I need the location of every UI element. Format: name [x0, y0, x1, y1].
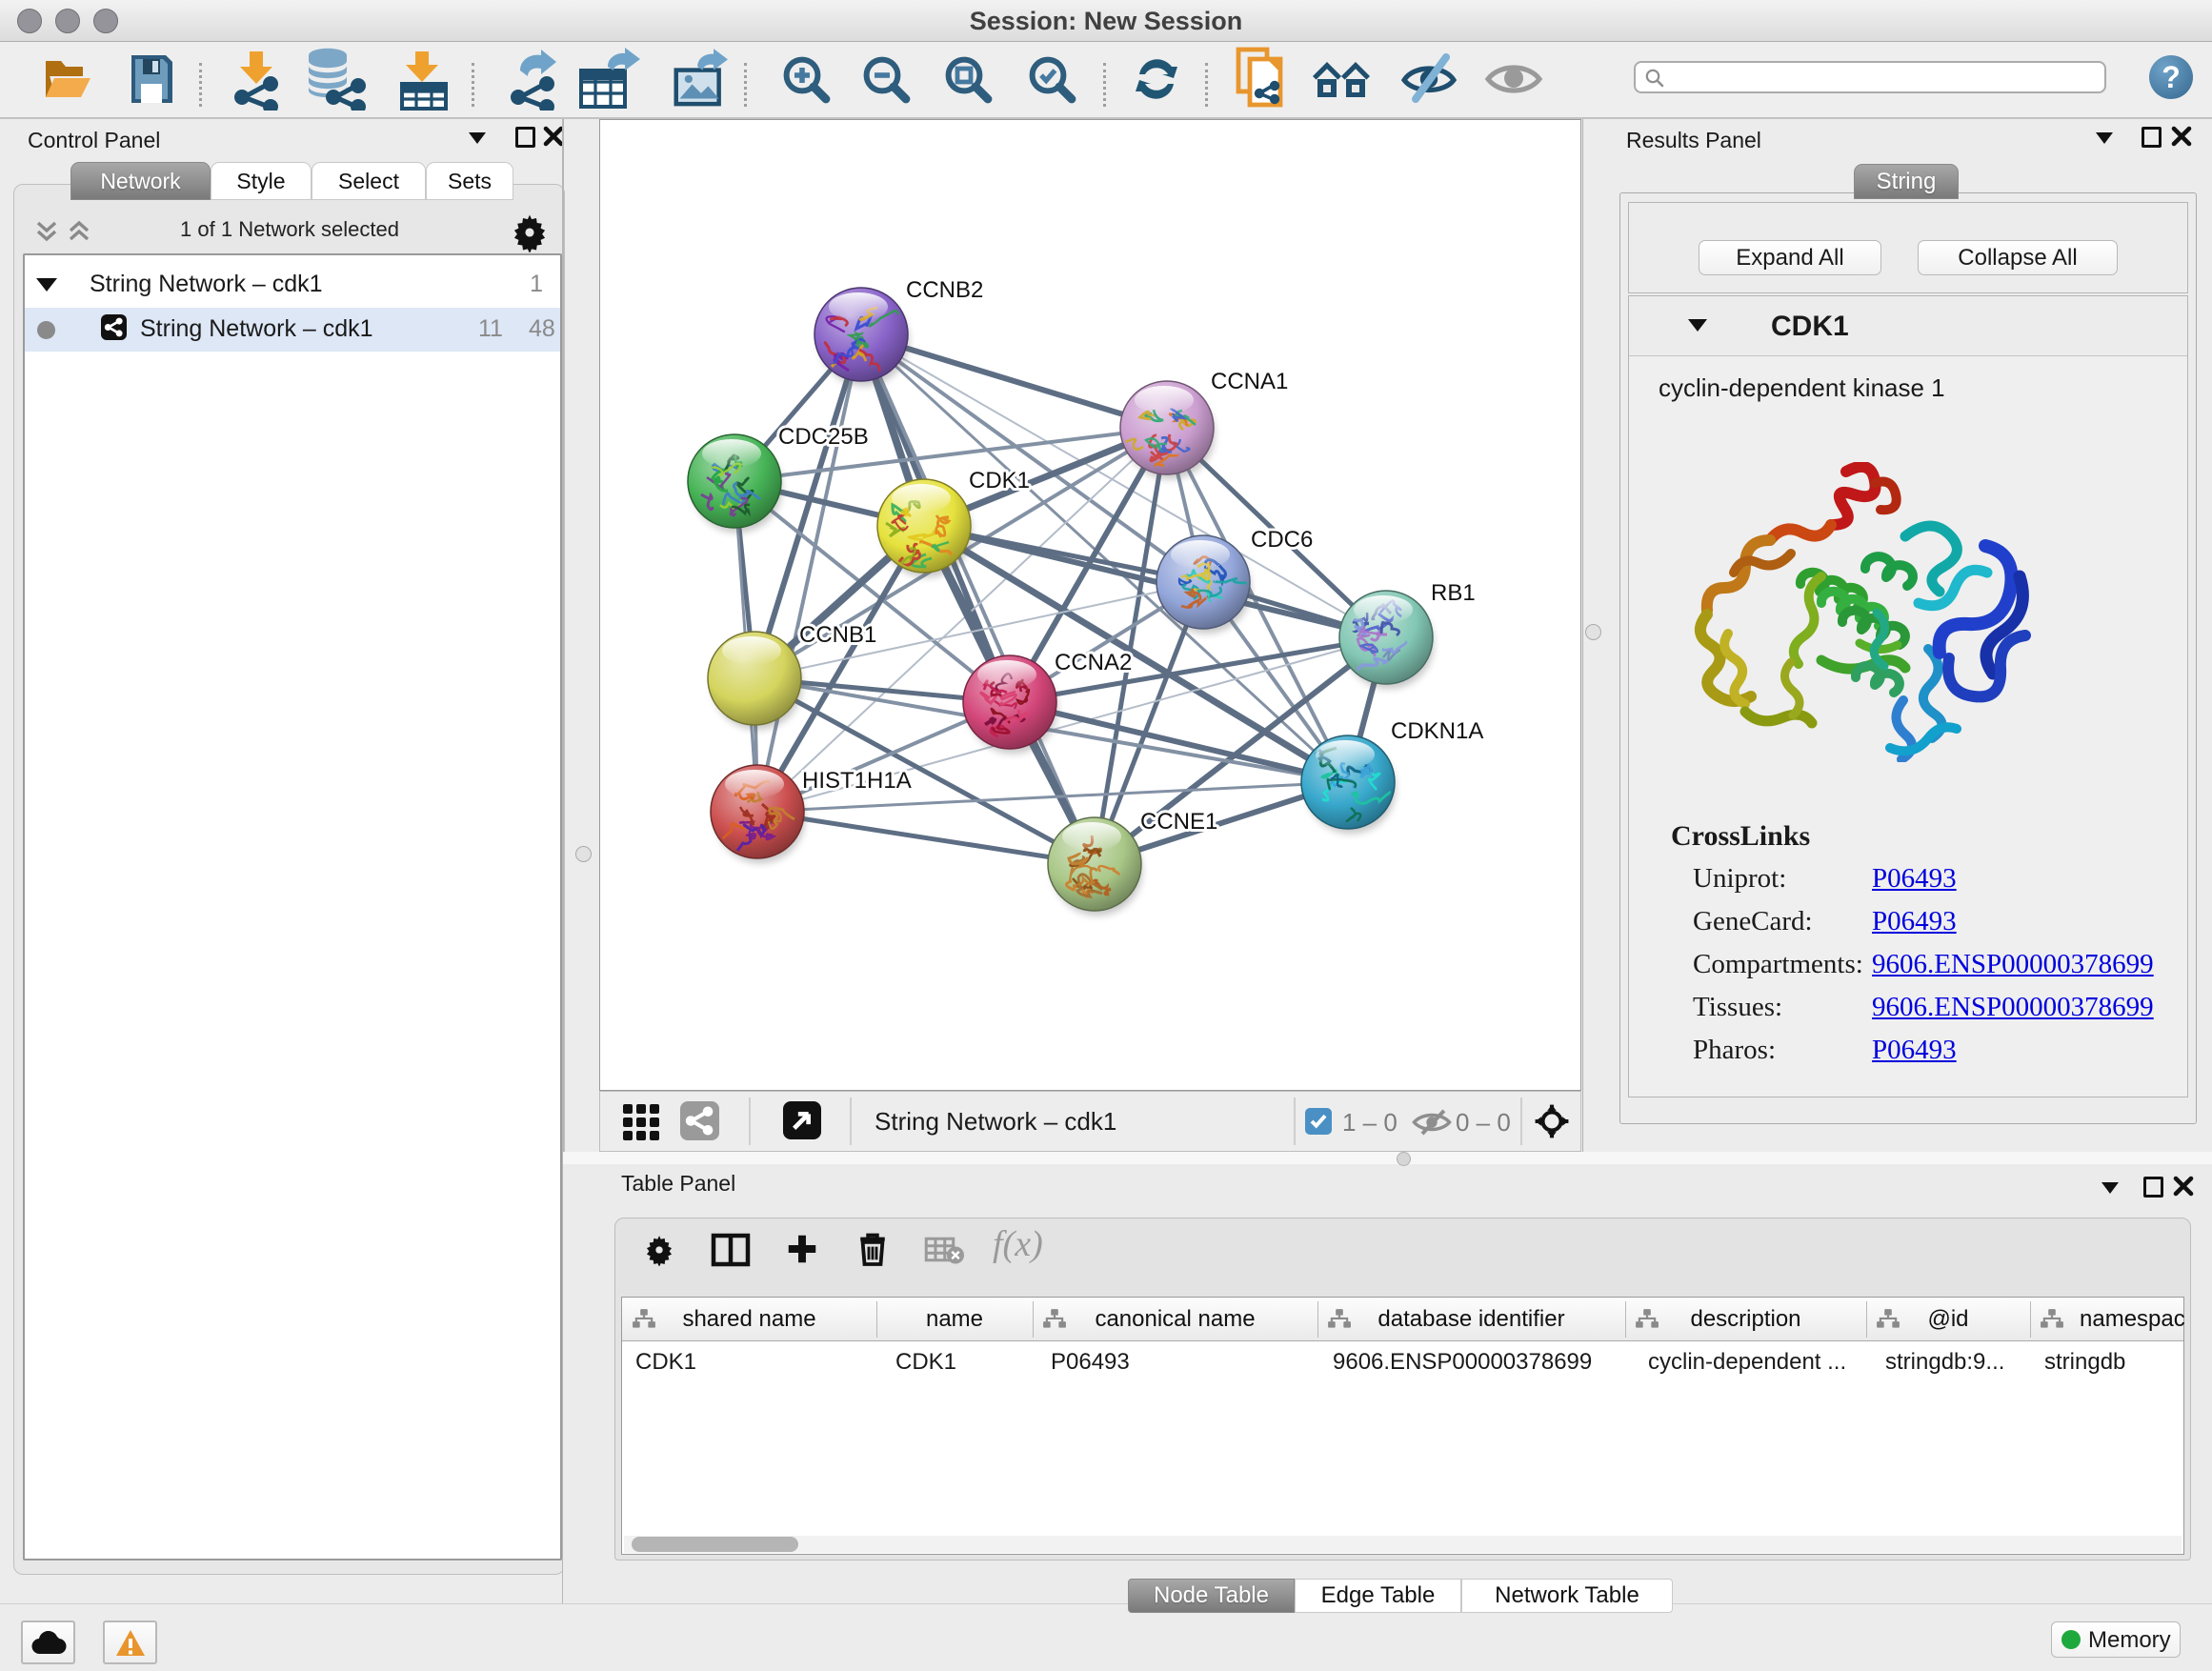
svg-text:CDK1: CDK1	[969, 468, 1030, 493]
svg-text:CCNB1: CCNB1	[799, 622, 876, 648]
svg-text:CCNB2: CCNB2	[906, 277, 983, 303]
svg-text:CDC6: CDC6	[1251, 527, 1313, 553]
svg-text:CDKN1A: CDKN1A	[1391, 718, 1483, 744]
svg-text:CDC25B: CDC25B	[778, 424, 869, 450]
svg-text:HIST1H1A: HIST1H1A	[802, 768, 912, 794]
svg-text:CCNE1: CCNE1	[1140, 809, 1217, 835]
svg-text:CCNA2: CCNA2	[1055, 650, 1132, 675]
svg-text:RB1: RB1	[1431, 580, 1476, 606]
svg-text:CCNA1: CCNA1	[1211, 369, 1288, 394]
